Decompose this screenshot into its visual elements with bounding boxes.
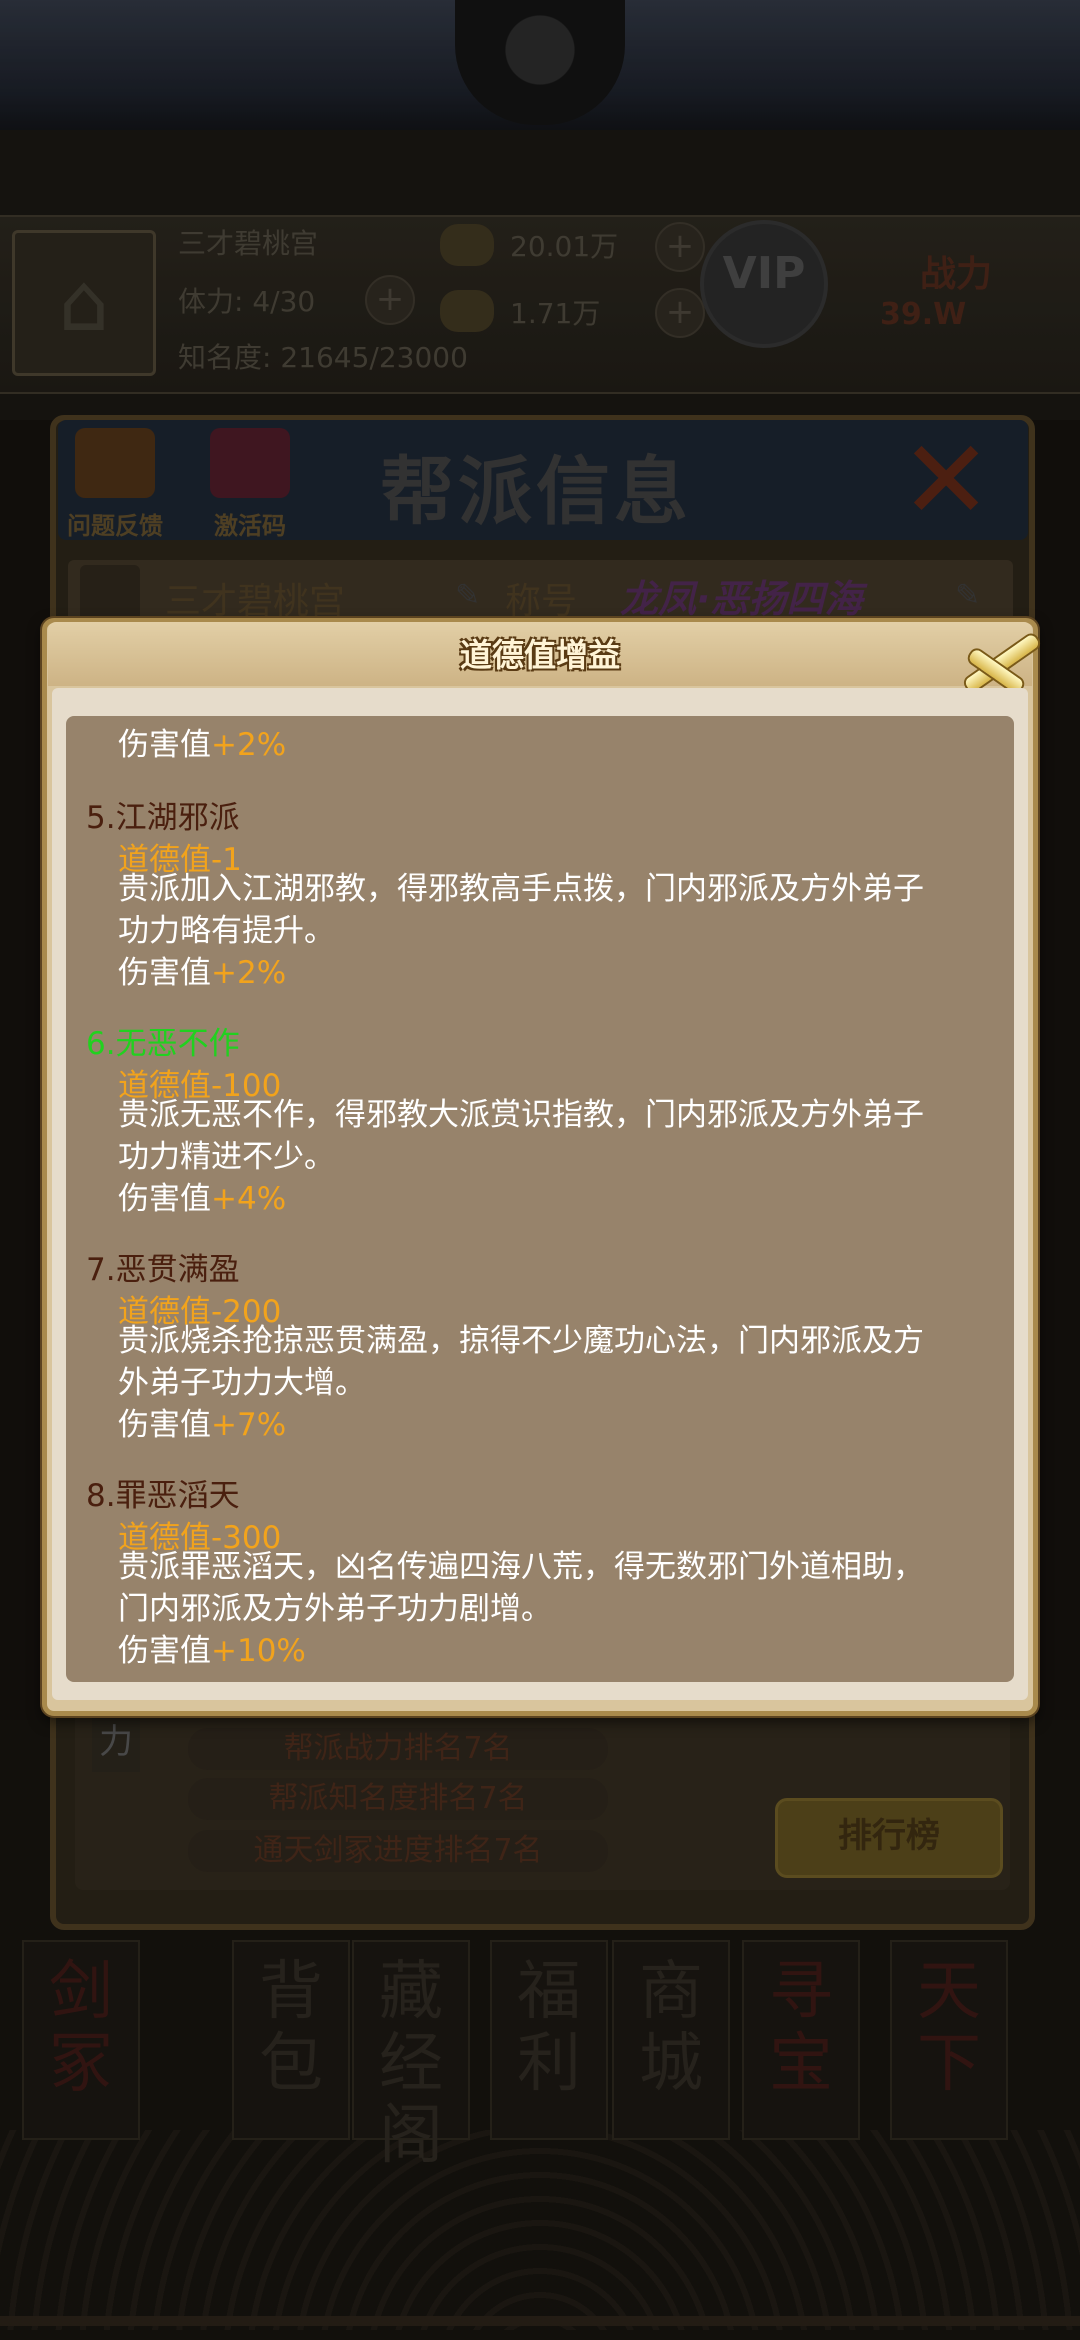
entry-desc-line: 门内邪派及方外弟子功力剧增。 [118, 1591, 552, 1627]
entry-desc-line: 贵派无恶不作，得邪教大派赏识指教，门内邪派及方外弟子 [118, 1097, 924, 1133]
entry-desc-line: 贵派烧杀抢掠恶贯满盈，掠得不少魔功心法，门内邪派及方 [118, 1323, 924, 1359]
damage-value: +2% [211, 727, 287, 763]
damage-label: 伤害值 [118, 1407, 211, 1443]
dialog-title: 道德值增益 [459, 636, 620, 674]
entry-damage: 伤害值+2% [118, 952, 988, 994]
entry-heading: 7.恶贯满盈 [86, 1252, 240, 1288]
entry-heading: 8.罪恶滔天 [86, 1478, 240, 1514]
entry-desc-line: 功力略有提升。 [118, 913, 335, 949]
entry-damage: 伤害值+7% [118, 1404, 988, 1446]
entry-desc-line: 外弟子功力大增。 [118, 1365, 366, 1401]
entry-heading-active: 6.无恶不作 [86, 1026, 240, 1062]
damage-label: 伤害值 [118, 1181, 211, 1217]
damage-label: 伤害值 [118, 955, 211, 991]
partial-damage-line: 伤害值+2% [118, 724, 988, 766]
bonus-list[interactable]: 伤害值+2% 5.江湖邪派 道德值-1 贵派加入江湖邪教，得邪教高手点拨，门内邪… [66, 716, 1014, 1682]
entry-heading: 5.江湖邪派 [86, 800, 240, 836]
entry-desc-line: 贵派罪恶滔天，凶名传遍四海八荒，得无数邪门外道相助， [118, 1549, 924, 1585]
damage-label: 伤害值 [118, 727, 211, 763]
damage-label: 伤害值 [118, 1633, 211, 1669]
entry-damage: 伤害值+4% [118, 1178, 988, 1220]
damage-value: +2% [211, 955, 287, 991]
entry-desc-line: 功力精进不少。 [118, 1139, 335, 1175]
damage-value: +4% [211, 1181, 287, 1217]
entry-damage: 伤害值+10% [118, 1630, 988, 1672]
damage-value: +7% [211, 1407, 287, 1443]
damage-value: +10% [211, 1633, 306, 1669]
entry-desc-line: 贵派加入江湖邪教，得邪教高手点拨，门内邪派及方外弟子 [118, 871, 924, 907]
